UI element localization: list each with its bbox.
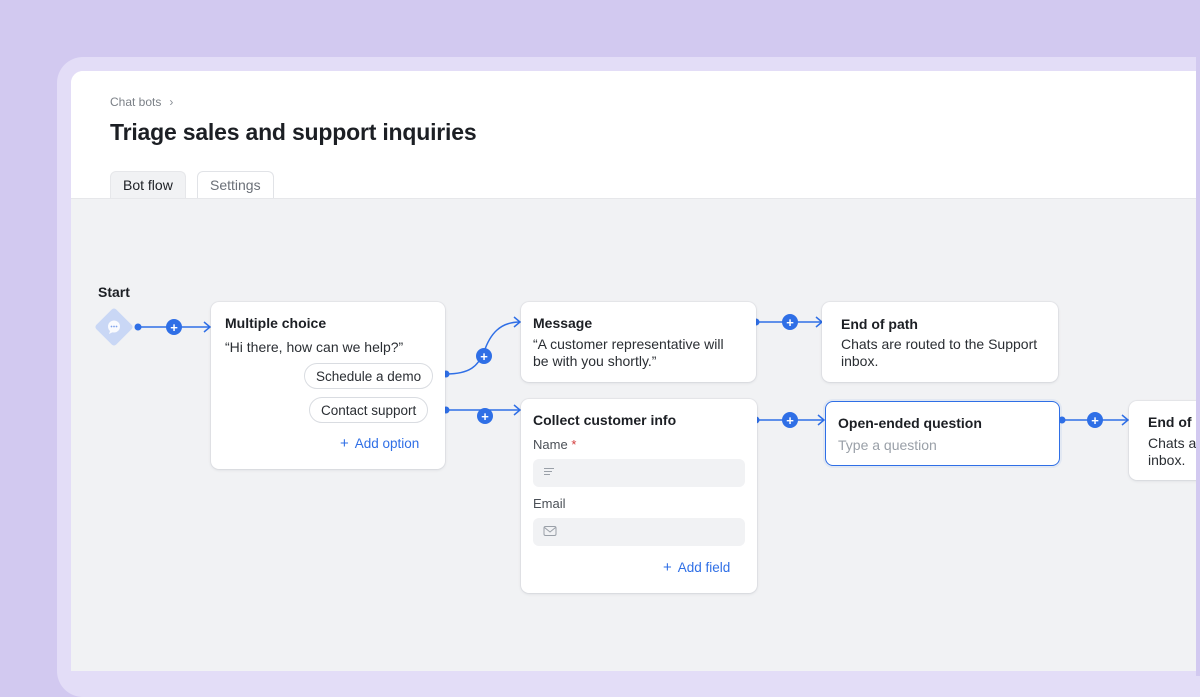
node-multiple-choice[interactable]: Multiple choice “Hi there, how can we he… <box>211 302 445 469</box>
node-collect-info[interactable]: Collect customer info Name * Email + Add… <box>521 399 757 593</box>
end-text-line1: Chats a <box>1148 435 1197 451</box>
tab-bot-flow[interactable]: Bot flow <box>110 171 186 198</box>
node-open-ended-question[interactable]: Open-ended question Type a question <box>825 401 1060 466</box>
end-text-line2: inbox. <box>841 353 879 369</box>
add-field-label: Add field <box>677 560 731 575</box>
message-text-line1: “A customer representative will <box>533 336 724 352</box>
node-title: Multiple choice <box>225 315 327 331</box>
node-end-of-path[interactable]: End of path Chats are routed to the Supp… <box>822 302 1058 382</box>
envelope-icon <box>543 526 557 536</box>
node-title: Collect customer info <box>533 412 677 428</box>
page-edge <box>1196 0 1200 676</box>
node-end-of-path[interactable]: End of p Chats a inbox. <box>1129 401 1200 480</box>
node-title: End of p <box>1148 414 1200 430</box>
email-field[interactable] <box>533 518 745 546</box>
end-text-line2: inbox. <box>1148 452 1186 468</box>
breadcrumb-chat-bots[interactable]: Chat bots <box>110 95 161 109</box>
node-title: End of path <box>841 316 918 332</box>
page-title: Triage sales and support inquiries <box>110 119 477 145</box>
add-field-button[interactable]: + Add field <box>663 559 730 576</box>
node-prompt: “Hi there, how can we help?” <box>225 339 404 355</box>
name-label-text: Name <box>533 437 568 452</box>
email-field-label: Email <box>533 496 566 511</box>
add-step-button[interactable]: + <box>166 319 182 335</box>
question-input[interactable]: Type a question <box>838 437 937 453</box>
message-text-line2: be with you shortly.” <box>533 353 657 369</box>
option-contact-support[interactable]: Contact support <box>309 397 429 423</box>
name-field[interactable] <box>533 459 745 487</box>
start-label: Start <box>98 284 130 300</box>
plus-icon: + <box>663 559 672 576</box>
chat-bubble-icon <box>108 320 120 334</box>
page-header: Chat bots › Triage sales and support inq… <box>71 71 1196 199</box>
name-field-label: Name * <box>533 437 576 452</box>
tab-settings[interactable]: Settings <box>197 171 274 198</box>
add-step-button[interactable]: + <box>782 314 798 330</box>
add-step-button[interactable]: + <box>1087 412 1103 428</box>
end-text-line1: Chats are routed to the Support <box>841 336 1038 352</box>
required-mark: * <box>571 437 577 452</box>
plus-icon: + <box>340 435 349 452</box>
node-message[interactable]: Message “A customer representative will … <box>521 302 756 382</box>
add-step-button[interactable]: + <box>477 408 493 424</box>
add-option-label: Add option <box>354 436 420 451</box>
add-step-button[interactable]: + <box>476 348 492 364</box>
text-lines-icon <box>544 468 554 475</box>
node-title: Open-ended question <box>838 415 982 431</box>
chevron-right-icon: › <box>169 95 174 109</box>
add-option-button[interactable]: + Add option <box>340 435 419 452</box>
option-schedule-demo[interactable]: Schedule a demo <box>304 363 434 389</box>
breadcrumb: Chat bots › <box>110 95 173 109</box>
add-step-button[interactable]: + <box>782 412 798 428</box>
node-title: Message <box>533 315 593 331</box>
